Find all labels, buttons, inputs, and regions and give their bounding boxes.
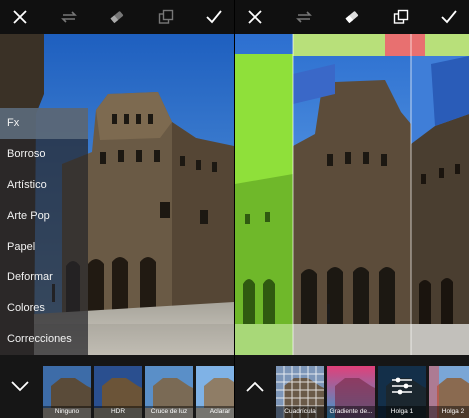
effect-label: Cuadrícula xyxy=(276,406,324,418)
menu-item-borroso[interactable]: Borroso xyxy=(0,139,88,170)
menu-item-deformar[interactable]: Deformar xyxy=(0,262,88,293)
menu-item-arte-pop[interactable]: Arte Pop xyxy=(0,200,88,231)
photo-preview[interactable] xyxy=(235,34,469,355)
effects-strip: Ninguno HDR Cruce de luz Aclarar xyxy=(0,355,234,418)
chevron-down-icon[interactable] xyxy=(0,355,40,418)
effects-strip: Cuadrícula Gradiente de... Holga 1 Holga… xyxy=(235,355,469,418)
effect-thumb-holga-1[interactable]: Holga 1 xyxy=(378,366,426,418)
effect-thumb-hdr[interactable]: HDR xyxy=(94,366,142,418)
effect-label: Aclarar xyxy=(196,406,234,418)
effect-thumb-cuadricula[interactable]: Cuadrícula xyxy=(276,366,324,418)
check-icon[interactable] xyxy=(203,6,225,28)
chevron-up-icon[interactable] xyxy=(235,355,275,418)
check-icon[interactable] xyxy=(438,6,460,28)
effect-category-menu: Fx Borroso Artístico Arte Pop Papel Defo… xyxy=(0,108,88,355)
eraser-icon[interactable] xyxy=(341,6,363,28)
effect-label: Holga 2 xyxy=(429,406,469,418)
top-toolbar xyxy=(235,0,469,34)
swap-icon[interactable] xyxy=(293,6,315,28)
effect-label: Ninguno xyxy=(43,406,91,418)
swap-icon[interactable] xyxy=(58,6,80,28)
close-icon[interactable] xyxy=(9,6,31,28)
layers-icon[interactable] xyxy=(390,6,412,28)
effect-thumb-aclarar[interactable]: Aclarar xyxy=(196,366,234,418)
right-screen: Cuadrícula Gradiente de... Holga 1 Holga… xyxy=(235,0,469,418)
effect-label: Holga 1 xyxy=(378,406,426,418)
effect-thumb-cruce-de-luz[interactable]: Cruce de luz xyxy=(145,366,193,418)
effect-thumb-holga-2[interactable]: Holga 2 xyxy=(429,366,469,418)
effect-label: Cruce de luz xyxy=(145,406,193,418)
top-toolbar xyxy=(0,0,234,34)
close-icon[interactable] xyxy=(244,6,266,28)
effect-label: Gradiente de... xyxy=(327,406,375,418)
menu-item-fx[interactable]: Fx xyxy=(0,108,88,139)
eraser-icon[interactable] xyxy=(106,6,128,28)
effect-thumb-ninguno[interactable]: Ninguno xyxy=(43,366,91,418)
effect-label: HDR xyxy=(94,406,142,418)
menu-item-colores[interactable]: Colores xyxy=(0,293,88,324)
menu-item-correcciones[interactable]: Correcciones xyxy=(0,324,88,355)
menu-item-artistico[interactable]: Artístico xyxy=(0,170,88,201)
layers-icon[interactable] xyxy=(155,6,177,28)
effect-thumb-gradiente[interactable]: Gradiente de... xyxy=(327,366,375,418)
left-screen: Fx Borroso Artístico Arte Pop Papel Defo… xyxy=(0,0,234,418)
menu-item-papel[interactable]: Papel xyxy=(0,231,88,262)
